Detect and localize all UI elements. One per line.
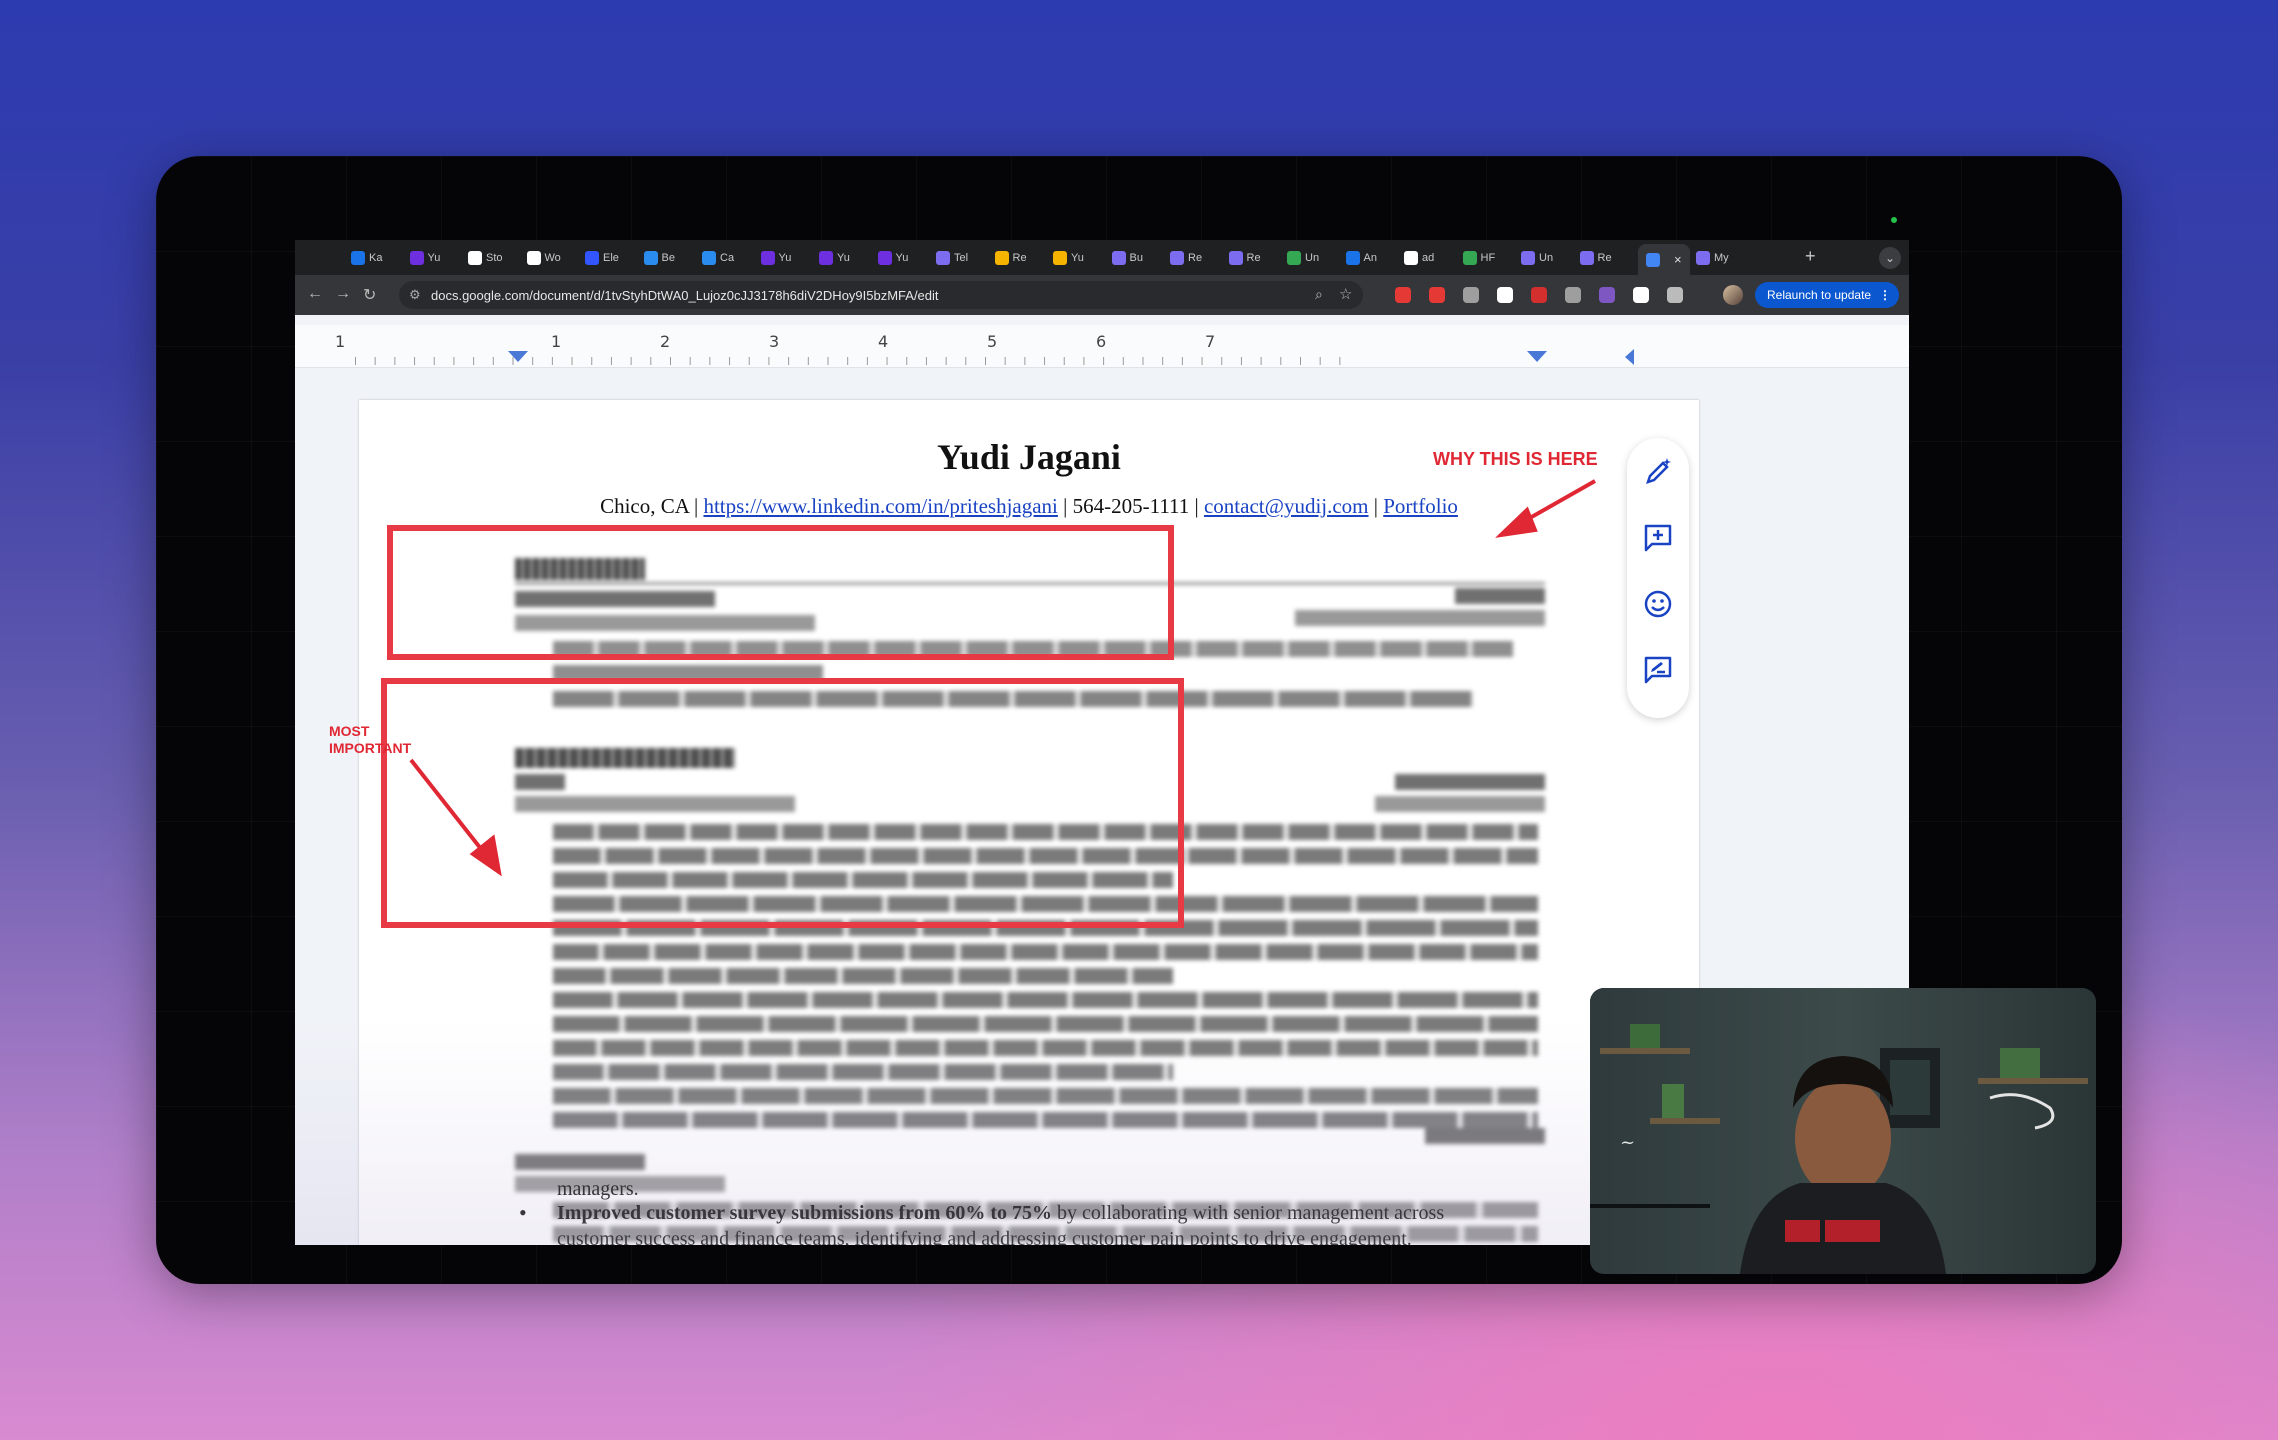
emoji-icon[interactable] <box>1642 588 1674 620</box>
edit-sparkle-icon[interactable] <box>1642 456 1674 488</box>
presenter-video-frame: ~ <box>1590 988 2096 1274</box>
add-comment-icon[interactable] <box>1642 522 1674 554</box>
arrow-most-important <box>409 758 502 877</box>
arrow-why-here <box>1495 479 1596 538</box>
docs-side-actions-panel <box>1627 438 1689 718</box>
neon-sign-left: ~ <box>1620 1132 1635 1153</box>
camera-indicator <box>1891 217 1897 223</box>
webcam-overlay: ~ <box>1590 988 2096 1274</box>
suggest-edit-icon[interactable] <box>1642 654 1674 686</box>
